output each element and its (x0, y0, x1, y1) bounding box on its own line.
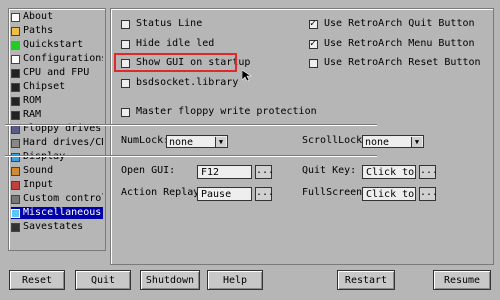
chip-icon (11, 82, 20, 92)
help-button[interactable]: Help (207, 270, 263, 290)
disk-icon (11, 222, 20, 232)
hide-idle-led-checkbox[interactable] (121, 39, 130, 49)
chip-icon (11, 110, 20, 120)
open-gui-browse-button[interactable]: ... (255, 165, 274, 179)
mouse-cursor-icon (241, 69, 252, 85)
quit-key-browse-button[interactable]: ... (419, 165, 438, 179)
retroarch-menu-checkbox[interactable]: ✓ (309, 37, 318, 49)
master-floppy-write-protection-checkbox[interactable] (121, 107, 130, 117)
sidebar-item-input[interactable]: Input (11, 179, 103, 191)
separator (5, 155, 377, 157)
sidebar-item-sound[interactable]: Sound (11, 165, 103, 177)
settings-icon (11, 54, 20, 64)
gamepad-icon (11, 194, 20, 204)
hide-idle-led-option[interactable]: Hide idle led (121, 37, 214, 51)
fullscreen-label: FullScreen: (302, 187, 369, 198)
retroarch-quit-checkbox[interactable]: ✓ (309, 17, 318, 29)
status-line-checkbox[interactable] (121, 19, 130, 29)
misc-icon (11, 208, 20, 218)
monitor-icon (11, 152, 20, 162)
action-replay-browse-button[interactable]: ... (255, 187, 274, 201)
shutdown-button[interactable]: Shutdown (140, 270, 200, 290)
sidebar: About Paths Quickstart Configurations CP… (8, 8, 106, 251)
sidebar-item-ram[interactable]: RAM (11, 109, 103, 121)
harddrive-icon (11, 138, 20, 148)
show-gui-on-startup-option[interactable]: Show GUI on startup (121, 56, 250, 70)
sidebar-item-about[interactable]: About (11, 11, 103, 23)
sound-icon (11, 166, 20, 176)
joystick-icon (11, 180, 20, 190)
resume-button[interactable]: Resume (433, 270, 491, 290)
open-gui-label: Open GUI: (121, 165, 176, 176)
sidebar-item-chipset[interactable]: Chipset (11, 81, 103, 93)
fullscreen-field[interactable]: Click to m (362, 187, 416, 201)
quit-button[interactable]: Quit (75, 270, 131, 290)
reset-button[interactable]: Reset (9, 270, 65, 290)
folder-icon (11, 26, 20, 36)
sidebar-item-quickstart[interactable]: Quickstart (11, 39, 103, 51)
action-replay-label: Action Replay: (121, 187, 206, 198)
bsdsocket-option[interactable]: bsdsocket.library (121, 76, 238, 90)
numlock-dropdown[interactable]: none ▼ (166, 135, 228, 148)
scrolllock-label: ScrollLock: (302, 135, 369, 146)
action-replay-field[interactable]: Pause (197, 187, 252, 201)
amiberry-settings-window: About Paths Quickstart Configurations CP… (0, 0, 500, 300)
retroarch-quit-option[interactable]: ✓ Use RetroArch Quit Button (309, 17, 475, 31)
sidebar-item-cpu-fpu[interactable]: CPU and FPU (11, 67, 103, 79)
chevron-down-icon: ▼ (411, 137, 422, 147)
quit-key-field[interactable]: Click to m (362, 165, 416, 179)
play-icon (11, 40, 20, 50)
numlock-label: NumLock: (121, 135, 170, 146)
sidebar-item-savestates[interactable]: Savestates (11, 221, 103, 233)
sidebar-item-hard-drives[interactable]: Hard drives/CD (11, 137, 103, 149)
open-gui-field[interactable]: F12 (197, 165, 252, 179)
quit-key-label: Quit Key: (302, 165, 357, 176)
sidebar-item-configurations[interactable]: Configurations (11, 53, 103, 65)
retroarch-reset-checkbox[interactable] (309, 58, 318, 68)
restart-button[interactable]: Restart (337, 270, 395, 290)
retroarch-reset-option[interactable]: Use RetroArch Reset Button (309, 56, 481, 70)
sidebar-item-paths[interactable]: Paths (11, 25, 103, 37)
sidebar-item-rom[interactable]: ROM (11, 95, 103, 107)
sidebar-item-display[interactable]: Display (11, 151, 103, 163)
sidebar-item-custom-controls[interactable]: Custom controls (11, 193, 103, 205)
scrolllock-dropdown[interactable]: none ▼ (362, 135, 424, 148)
sidebar-item-miscellaneous[interactable]: Miscellaneous (11, 207, 103, 219)
separator (5, 124, 377, 126)
retroarch-menu-option[interactable]: ✓ Use RetroArch Menu Button (309, 37, 475, 51)
bsdsocket-checkbox[interactable] (121, 78, 130, 88)
check-icon: ✓ (310, 37, 317, 49)
info-icon (11, 12, 20, 22)
chip-icon (11, 68, 20, 78)
fullscreen-browse-button[interactable]: ... (419, 187, 438, 201)
show-gui-on-startup-checkbox[interactable] (121, 58, 130, 68)
status-line-option[interactable]: Status Line (121, 17, 202, 31)
master-floppy-write-protection-option[interactable]: Master floppy write protection (121, 105, 317, 119)
chevron-down-icon: ▼ (215, 137, 226, 147)
check-icon: ✓ (310, 17, 317, 29)
chip-icon (11, 96, 20, 106)
